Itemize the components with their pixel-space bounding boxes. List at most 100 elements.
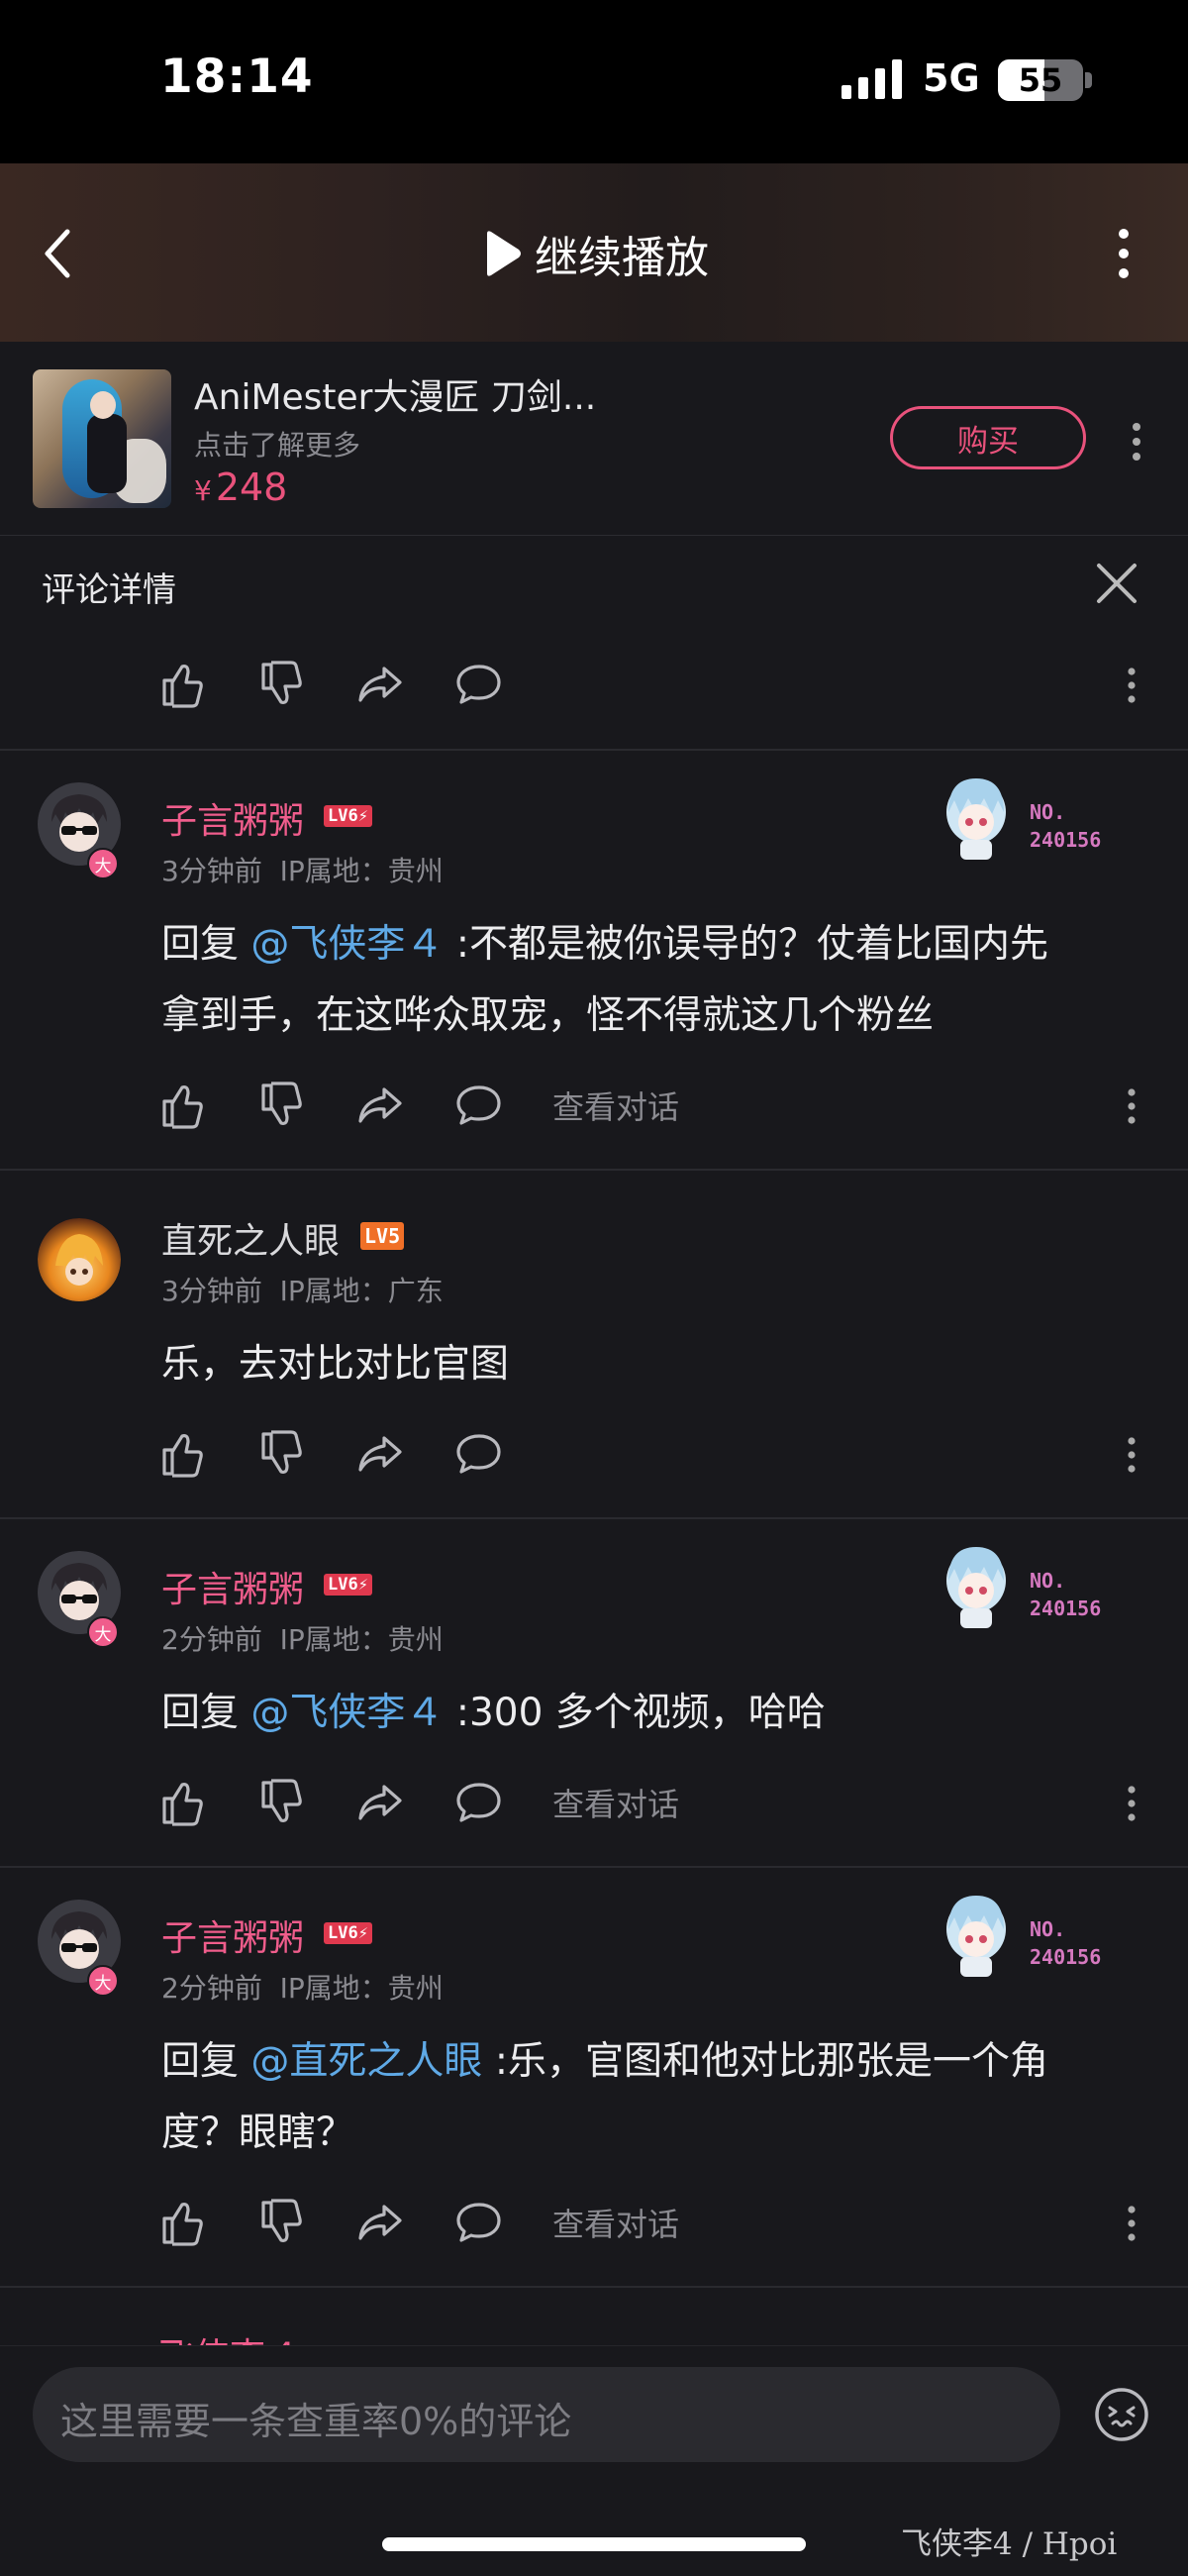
collector-number: NO. 240156 — [1030, 1567, 1101, 1622]
reply-prefix: 回复 — [161, 922, 251, 967]
vip-badge: 大 — [87, 1616, 119, 1648]
username[interactable]: 子言粥粥 — [161, 1561, 304, 1612]
comment-icon[interactable] — [453, 659, 505, 710]
more-icon[interactable] — [1125, 1784, 1138, 1823]
reply-prefix: 回复 — [161, 1691, 251, 1735]
username[interactable]: 子言粥粥 — [161, 792, 304, 844]
comment-text-line: :不都是被你误导的？仗着比国内先 — [444, 922, 1048, 967]
dislike-icon[interactable] — [255, 659, 307, 710]
mention-link[interactable]: @飞侠李４ — [250, 1691, 444, 1735]
emoji-icon[interactable] — [1093, 2386, 1150, 2443]
comment-icon[interactable] — [453, 1428, 505, 1480]
share-icon[interactable] — [354, 1428, 406, 1480]
more-icon[interactable] — [1111, 224, 1137, 283]
watermark: 飞侠李4 / Hpoi — [901, 2526, 1118, 2562]
comment-ip: IP属地：贵州 — [279, 855, 444, 887]
battery-icon: 55 — [998, 59, 1083, 101]
more-icon[interactable] — [1129, 421, 1144, 463]
more-icon[interactable] — [1125, 666, 1138, 705]
like-icon[interactable] — [156, 1080, 208, 1131]
comment-icon[interactable] — [453, 2197, 505, 2248]
comment-time: 3分钟前 — [161, 855, 262, 887]
like-icon[interactable] — [156, 2197, 208, 2248]
comment-input-placeholder: 这里需要一条查重率0%的评论 — [60, 2400, 572, 2443]
more-icon[interactable] — [1125, 1086, 1138, 1126]
vip-badge: 大 — [87, 1965, 119, 1997]
collector-number: NO. 240156 — [1030, 1915, 1101, 1971]
currency-symbol: ¥ — [194, 474, 212, 507]
character-badge-icon — [946, 778, 1006, 860]
no-value: 240156 — [1030, 1597, 1102, 1620]
no-label: NO. — [1030, 1917, 1066, 1941]
comment-text-line: :乐，官图和他对比那张是一个角 — [482, 2039, 1048, 2084]
product-subtitle: 点击了解更多 — [194, 429, 361, 462]
comment-text: 回复 @飞侠李４ :不都是被你误导的？仗着比国内先 拿到手，在这哗众取宠，怪不得… — [161, 909, 1151, 1052]
dislike-icon[interactable] — [255, 2197, 307, 2248]
comment-time: 3分钟前 — [161, 1275, 262, 1307]
more-icon[interactable] — [1125, 1435, 1138, 1475]
share-icon[interactable] — [354, 659, 406, 710]
like-icon[interactable] — [156, 1777, 208, 1828]
like-icon[interactable] — [156, 1428, 208, 1480]
vip-badge: 大 — [87, 848, 119, 879]
product-title[interactable]: AniMester大漫匠 刀剑... — [194, 368, 596, 420]
comment-meta: 2分钟前 IP属地：贵州 — [161, 1967, 444, 2007]
play-icon — [487, 231, 521, 276]
back-icon[interactable] — [40, 228, 75, 279]
comment-text: 乐，去对比对比官图 — [161, 1342, 510, 1387]
battery-level: 55 — [1018, 61, 1063, 99]
status-time: 18:14 — [160, 50, 314, 104]
dislike-icon[interactable] — [255, 1080, 307, 1131]
comment-actions — [156, 1428, 552, 1480]
network-label: 5G — [923, 56, 980, 100]
battery-tip — [1085, 72, 1092, 88]
share-icon[interactable] — [354, 1080, 406, 1131]
comment-detail-title: 评论详情 — [42, 570, 176, 610]
mention-link[interactable]: @飞侠李４ — [250, 922, 444, 967]
dislike-icon[interactable] — [255, 1777, 307, 1828]
no-label: NO. — [1030, 800, 1066, 824]
comment-text: 回复 @飞侠李４ :300 多个视频，哈哈 — [161, 1678, 1151, 1749]
close-icon[interactable] — [1095, 562, 1138, 605]
comment-icon[interactable] — [453, 1080, 505, 1131]
view-conversation-link[interactable]: 查看对话 — [552, 2200, 679, 2245]
comment-ip: IP属地：广东 — [279, 1275, 444, 1307]
comment-ip: IP属地：贵州 — [279, 1623, 444, 1656]
comment-text-line: 度？眼瞎？ — [161, 2111, 355, 2155]
comment-text-line: :300 多个视频，哈哈 — [444, 1691, 826, 1735]
continue-play-label: 继续播放 — [535, 233, 709, 283]
avatar[interactable] — [38, 1218, 121, 1301]
view-conversation-link[interactable]: 查看对话 — [552, 1780, 679, 1825]
character-badge-icon — [946, 1896, 1006, 1977]
reply-prefix: 回复 — [161, 2039, 251, 2084]
level-badge: LV6⚡ — [324, 1922, 372, 1944]
like-icon[interactable] — [156, 659, 208, 710]
comment-time: 2分钟前 — [161, 1972, 262, 2005]
view-conversation-link[interactable]: 查看对话 — [552, 1082, 679, 1128]
buy-button[interactable]: 购买 — [890, 406, 1086, 469]
parent-comment-actions — [156, 659, 552, 710]
dislike-icon[interactable] — [255, 1428, 307, 1480]
comment-icon[interactable] — [453, 1777, 505, 1828]
signal-icon — [842, 59, 902, 99]
username[interactable]: 直死之人眼 — [161, 1212, 340, 1264]
no-label: NO. — [1030, 1569, 1066, 1593]
more-icon[interactable] — [1125, 2204, 1138, 2243]
comment-actions: 查看对话 — [156, 1080, 679, 1131]
share-icon[interactable] — [354, 2197, 406, 2248]
price-value: 248 — [215, 465, 288, 509]
continue-play-button[interactable]: 继续播放 — [483, 226, 709, 283]
level-badge: LV6⚡ — [324, 805, 372, 827]
collector-number: NO. 240156 — [1030, 798, 1101, 854]
no-value: 240156 — [1030, 828, 1102, 852]
username[interactable]: 子言粥粥 — [161, 1909, 304, 1961]
comment-meta: 3分钟前 IP属地：贵州 — [161, 850, 444, 889]
product-price: ¥248 — [194, 465, 287, 509]
comment-input[interactable]: 这里需要一条查重率0%的评论 — [33, 2367, 1060, 2462]
share-icon[interactable] — [354, 1777, 406, 1828]
comment-meta: 2分钟前 IP属地：贵州 — [161, 1618, 444, 1658]
avatar-image — [38, 1218, 121, 1301]
comment-actions: 查看对话 — [156, 2197, 679, 2248]
mention-link[interactable]: @直死之人眼 — [250, 2039, 482, 2084]
product-thumbnail[interactable] — [33, 369, 171, 508]
